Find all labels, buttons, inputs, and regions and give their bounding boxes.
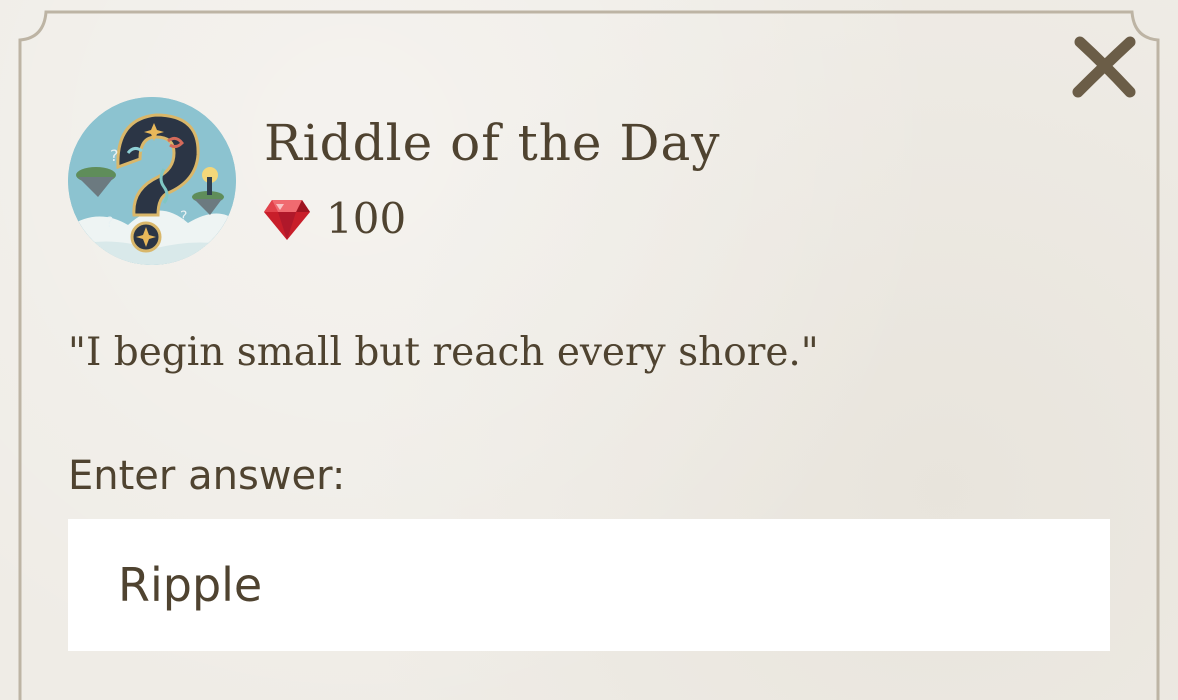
riddle-avatar-icon: ? ? ? [68, 97, 236, 265]
answer-input[interactable] [68, 519, 1110, 651]
svg-text:?: ? [180, 209, 187, 225]
close-icon[interactable] [1070, 34, 1138, 100]
answer-label: Enter answer: [68, 453, 346, 499]
riddle-text: "I begin small but reach every shore." [68, 330, 819, 375]
reward-display: 100 [262, 192, 406, 246]
svg-text:?: ? [110, 146, 119, 165]
reward-amount: 100 [326, 194, 407, 243]
dialog-title: Riddle of the Day [264, 114, 721, 172]
svg-text:?: ? [106, 215, 113, 231]
ruby-gem-icon [264, 200, 310, 240]
